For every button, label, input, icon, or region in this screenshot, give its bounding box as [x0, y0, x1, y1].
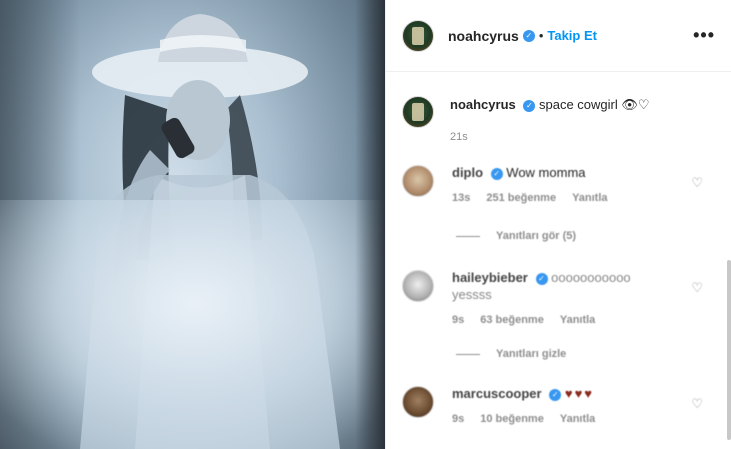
comments-list: diplo ✓ Wow momma 13s 251 beğenme Yanıtl… — [386, 165, 731, 425]
comment-text: ♥♥♥ — [564, 386, 594, 401]
author-username[interactable]: noahcyrus — [448, 28, 519, 44]
comment-meta: 9s 63 beğenme Yanıtla — [452, 314, 715, 326]
post-caption: noahcyrus ✓ space cowgirl 👁♡ 21s — [386, 72, 731, 146]
follow-button[interactable]: Takip Et — [547, 28, 597, 43]
comment-body: haileybieber ✓ ooooooooooo yessss 9s 63 … — [452, 270, 715, 326]
comment-line: haileybieber ✓ ooooooooooo — [452, 270, 715, 285]
view-replies-button[interactable]: Yanıtları gör (5) — [386, 230, 731, 242]
comments-scrollbar[interactable] — [727, 260, 731, 440]
heart-icon[interactable]: ♡ — [691, 175, 703, 191]
comment-likes[interactable]: 10 beğenme — [480, 413, 544, 425]
reply-button[interactable]: Yanıtla — [560, 413, 595, 425]
commenter-avatar[interactable] — [402, 386, 434, 418]
comment-body: marcuscooper ✓ ♥♥♥ 9s 10 beğenme Yanıtla — [452, 386, 715, 425]
comment-text-continued: yessss — [452, 287, 492, 302]
hide-replies-button[interactable]: Yanıtları gizle — [386, 348, 731, 360]
comment-item: haileybieber ✓ ooooooooooo yessss 9s 63 … — [386, 270, 731, 326]
caption-text: space cowgirl — [539, 97, 618, 112]
comment-likes[interactable]: 251 beğenme — [486, 192, 556, 204]
comment-item: diplo ✓ Wow momma 13s 251 beğenme Yanıtl… — [386, 165, 731, 204]
separator-dot: • — [538, 28, 544, 43]
post-header: noahcyrus ✓ • Takip Et ••• — [386, 0, 731, 72]
comment-item: marcuscooper ✓ ♥♥♥ 9s 10 beğenme Yanıtla… — [386, 386, 731, 425]
heart-icon[interactable]: ♡ — [691, 396, 703, 412]
comment-line: diplo ✓ Wow momma — [452, 165, 715, 180]
caption-avatar[interactable] — [402, 96, 434, 128]
comment-text: Wow momma — [506, 165, 586, 180]
comment-time[interactable]: 13s — [452, 192, 470, 204]
verified-badge-icon: ✓ — [523, 99, 536, 112]
verified-badge-icon: ✓ — [490, 167, 503, 180]
commenter-avatar[interactable] — [402, 165, 434, 197]
post-media[interactable] — [0, 0, 385, 449]
comment-likes[interactable]: 63 beğenme — [480, 314, 544, 326]
post-time[interactable]: 21s — [450, 128, 650, 146]
author-avatar[interactable] — [402, 19, 434, 52]
media-shadow-right — [355, 0, 385, 449]
caption-emoji: 👁♡ — [621, 97, 650, 112]
commenter-username[interactable]: haileybieber — [452, 270, 528, 285]
reply-button[interactable]: Yanıtla — [572, 192, 607, 204]
caption-body: noahcyrus ✓ space cowgirl 👁♡ 21s — [450, 96, 650, 146]
comment-time[interactable]: 9s — [452, 413, 464, 425]
comment-meta: 13s 251 beğenme Yanıtla — [452, 192, 715, 204]
more-options-icon[interactable]: ••• — [693, 25, 715, 46]
post-panel: noahcyrus ✓ • Takip Et ••• noahcyrus ✓ s… — [385, 0, 731, 449]
commenter-username[interactable]: marcuscooper — [452, 386, 542, 401]
comment-meta: 9s 10 beğenme Yanıtla — [452, 413, 715, 425]
commenter-username[interactable]: diplo — [452, 165, 483, 180]
verified-badge-icon: ✓ — [549, 388, 562, 401]
comment-line: marcuscooper ✓ ♥♥♥ — [452, 386, 715, 401]
comment-body: diplo ✓ Wow momma 13s 251 beğenme Yanıtl… — [452, 165, 715, 204]
comment-text: ooooooooooo — [551, 270, 631, 285]
heart-icon[interactable]: ♡ — [691, 280, 703, 296]
caption-username[interactable]: noahcyrus — [450, 97, 516, 112]
verified-badge-icon: ✓ — [535, 272, 548, 285]
stage-fog — [0, 200, 385, 449]
comment-time[interactable]: 9s — [452, 314, 464, 326]
verified-badge-icon: ✓ — [522, 29, 535, 42]
reply-button[interactable]: Yanıtla — [560, 314, 595, 326]
commenter-avatar[interactable] — [402, 270, 434, 302]
